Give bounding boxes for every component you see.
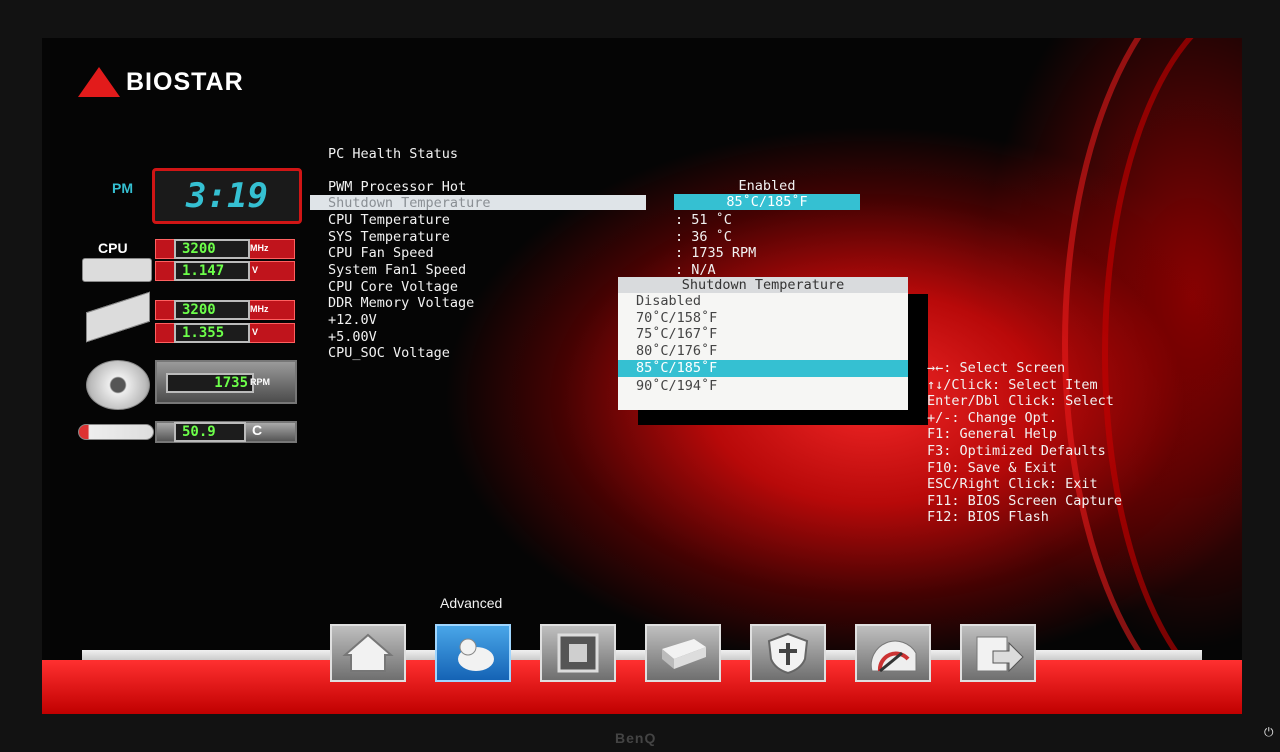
- active-tab-label: Advanced: [440, 595, 503, 611]
- cpu-volt-unit: V: [252, 265, 259, 275]
- clock-frame: 3:19: [152, 168, 302, 224]
- popup-option-disabled[interactable]: Disabled: [618, 293, 908, 310]
- logo-text: BIOSTAR: [126, 67, 244, 96]
- cpu-volt-readout: 1.147: [174, 261, 250, 281]
- tab-home[interactable]: [330, 624, 406, 682]
- setting-pwm-processor-hot[interactable]: PWM Processor Hot: [328, 179, 466, 195]
- cpu-freq-unit: MHz: [250, 243, 269, 253]
- monitor-brand: BenQ: [615, 730, 657, 746]
- boot-icon: [662, 639, 706, 669]
- help-f1: F1: General Help: [927, 426, 1058, 443]
- mem-volt-readout: 1.355: [174, 323, 250, 343]
- home-icon: [342, 633, 394, 672]
- setting-cpu-temperature-value: : 51 ˚C: [675, 212, 732, 228]
- help-enter-select: Enter/Dbl Click: Select: [927, 393, 1114, 410]
- help-f3: F3: Optimized Defaults: [927, 442, 1106, 459]
- tab-security[interactable]: [750, 624, 826, 682]
- fan-rpm-readout: 1735: [166, 373, 254, 393]
- o-n-e-icon: [870, 640, 917, 673]
- tab-boot[interactable]: [645, 624, 721, 682]
- cpu-label: CPU: [98, 240, 128, 256]
- help-f10: F10: Save & Exit: [927, 459, 1058, 476]
- setting-shutdown-temperature-label: Shutdown Temperature: [328, 195, 491, 211]
- bios-screen: BIOSTAR PM 3:19 CPU 3200 MHz 1.147 V 320…: [42, 38, 1242, 714]
- chipset-icon: [557, 633, 599, 673]
- tab-o-n-e[interactable]: [855, 624, 931, 682]
- power-icon[interactable]: ⏻: [1264, 725, 1274, 740]
- biostar-logo: BIOSTAR: [78, 66, 244, 98]
- tab-advanced[interactable]: [435, 624, 511, 682]
- help-f11: F11: BIOS Screen Capture: [927, 492, 1123, 509]
- popup-option-85c[interactable]: 85˚C/185˚F: [618, 360, 908, 377]
- key-help-panel: →←: Select Screen ↑↓/Click: Select Item …: [927, 360, 1122, 526]
- nav-floor: [42, 660, 1242, 714]
- logo-mark-icon: [78, 67, 120, 97]
- tab-chipset[interactable]: [540, 624, 616, 682]
- memory-module-icon: [86, 291, 150, 343]
- mem-freq-readout: 3200: [174, 300, 250, 320]
- popup-option-75c[interactable]: 75˚C/167˚F: [618, 326, 908, 343]
- cpu-freq-readout: 3200: [174, 239, 250, 259]
- popup-option-80c[interactable]: 80˚C/176˚F: [618, 343, 908, 360]
- popup-title: Shutdown Temperature: [618, 277, 908, 293]
- help-change-opt: +/-: Change Opt.: [927, 409, 1058, 426]
- setting-cpu-core-voltage: CPU Core Voltage: [328, 279, 459, 295]
- temp-unit: C: [252, 422, 263, 438]
- setting-pwm-processor-hot-value[interactable]: Enabled: [674, 178, 860, 194]
- setting-cpu-soc-voltage: CPU_SOC Voltage: [328, 345, 450, 361]
- setting-12v: +12.0V: [328, 312, 377, 328]
- mem-freq-unit: MHz: [250, 304, 269, 314]
- exit-icon: [976, 636, 1024, 673]
- setting-5v: +5.00V: [328, 329, 377, 345]
- setting-system-fan1-speed-value: : N/A: [675, 262, 716, 278]
- popup-option-90c[interactable]: 90˚C/194˚F: [618, 378, 908, 395]
- setting-cpu-fan-speed: CPU Fan Speed: [328, 245, 434, 261]
- advanced-icon: [458, 638, 494, 671]
- thermometer-icon: [78, 424, 154, 440]
- setting-shutdown-temperature-value[interactable]: 85˚C/185˚F: [674, 194, 860, 210]
- setting-sys-temperature-value: : 36 ˚C: [675, 229, 732, 245]
- clock-period: PM: [112, 180, 133, 196]
- clock-time: 3:19: [186, 176, 268, 216]
- popup-option-70c[interactable]: 70˚C/158˚F: [618, 310, 908, 327]
- shutdown-temperature-popup[interactable]: Shutdown Temperature Disabled 70˚C/158˚F…: [618, 277, 908, 410]
- temp-readout: 50.9: [174, 422, 246, 442]
- cpu-chip-icon: [82, 258, 152, 282]
- setting-system-fan1-speed: System Fan1 Speed: [328, 262, 467, 278]
- security-icon: [767, 632, 809, 675]
- help-select-item: ↑↓/Click: Select Item: [927, 376, 1098, 393]
- fan-icon: [86, 360, 150, 410]
- help-esc: ESC/Right Click: Exit: [927, 476, 1098, 493]
- mem-volt-unit: V: [252, 327, 259, 337]
- help-f12: F12: BIOS Flash: [927, 509, 1049, 526]
- tab-exit[interactable]: [960, 624, 1036, 682]
- setting-cpu-fan-speed-value: : 1735 RPM: [675, 245, 757, 261]
- setting-sys-temperature: SYS Temperature: [328, 229, 450, 245]
- help-select-screen: →←: Select Screen: [927, 360, 1066, 376]
- fan-rpm-unit: RPM: [250, 377, 270, 387]
- setting-cpu-temperature: CPU Temperature: [328, 212, 450, 228]
- setting-ddr-memory-voltage: DDR Memory Voltage: [328, 295, 475, 311]
- section-title: PC Health Status: [328, 146, 459, 162]
